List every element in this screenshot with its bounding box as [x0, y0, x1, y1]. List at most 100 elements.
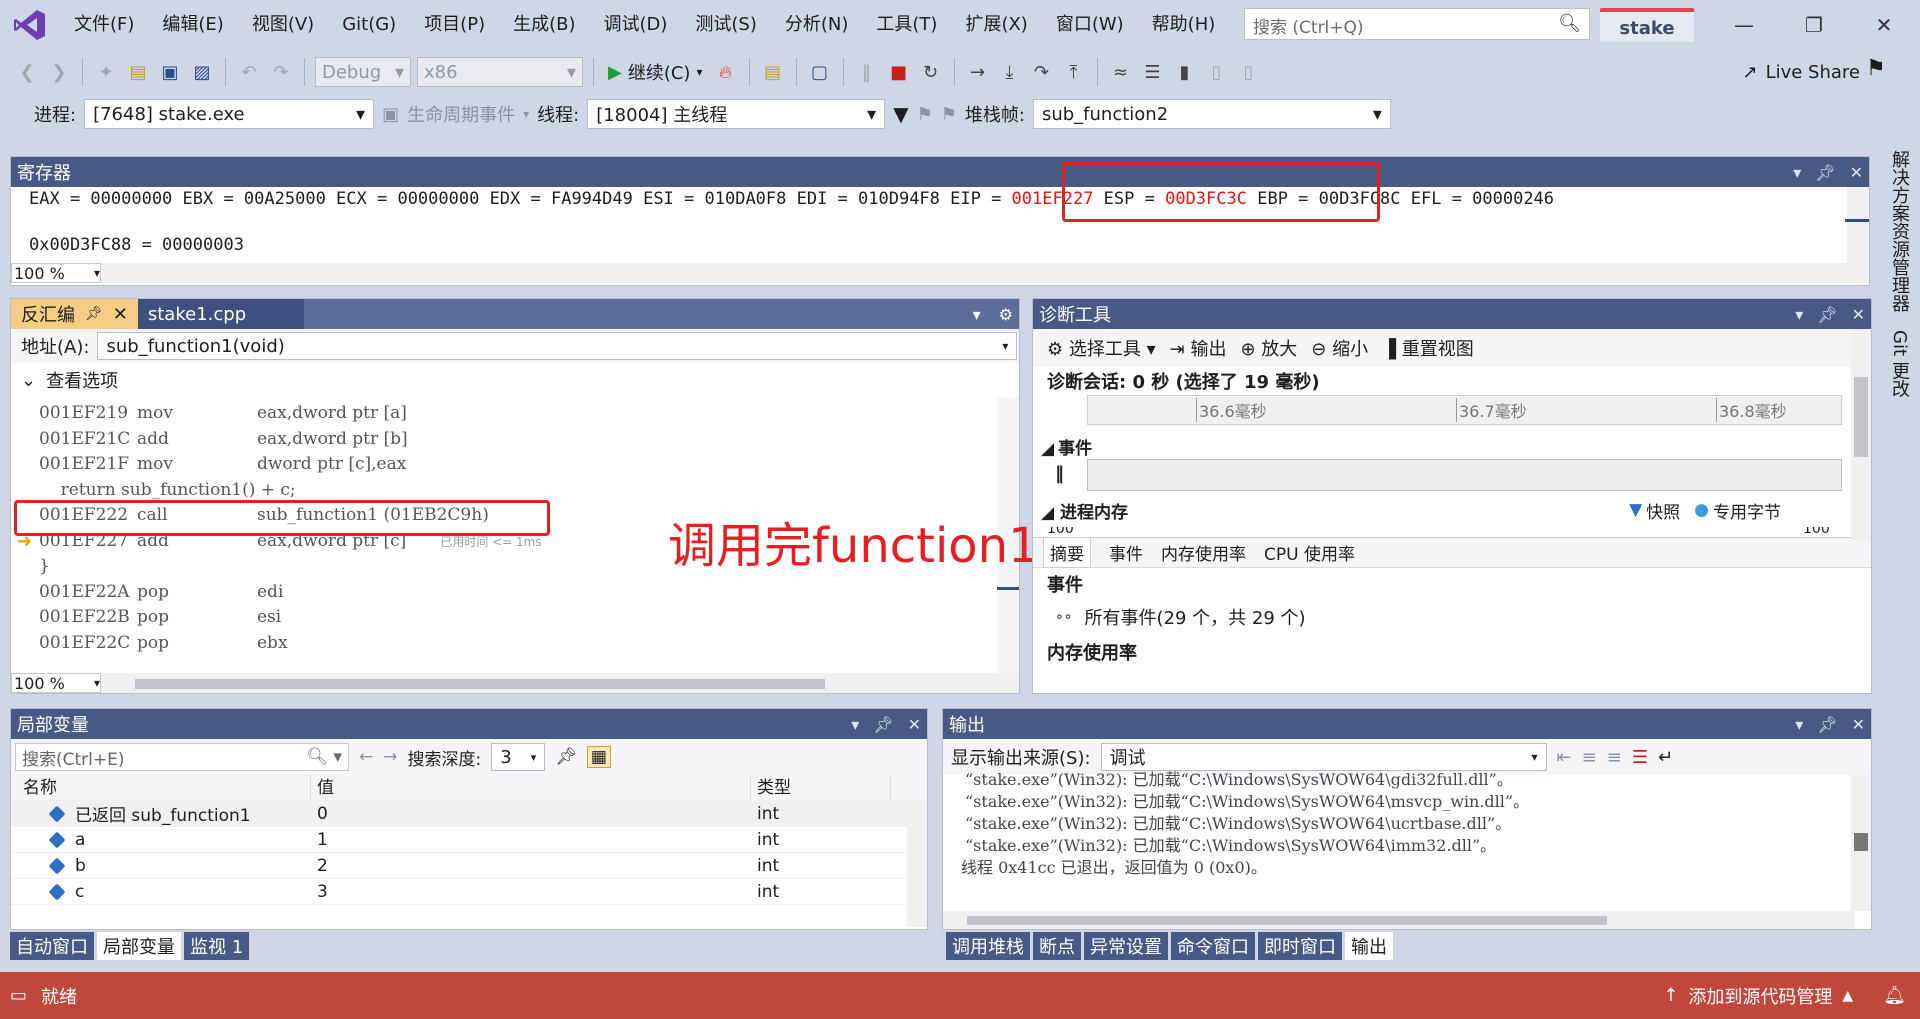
browse-icon[interactable]: ▤: [760, 57, 786, 87]
restore-icon[interactable]: ❐: [1784, 8, 1844, 42]
diagnostics-tab[interactable]: 摘要: [1043, 537, 1091, 568]
solution-explorer-tab[interactable]: 解决方案资源管理器: [1886, 150, 1912, 312]
scroll-thumb[interactable]: [967, 916, 1607, 925]
hex-display-icon[interactable]: ≈: [1108, 57, 1134, 87]
zoom-dropdown[interactable]: 100 % ▾: [11, 263, 101, 283]
thread-dropdown[interactable]: [18004] 主线程 ▾: [587, 99, 886, 129]
dropdown-icon[interactable]: ▾: [1795, 305, 1803, 324]
save-icon[interactable]: ▣: [157, 57, 183, 87]
menu-item[interactable]: 调试(D): [590, 0, 682, 50]
configuration-dropdown[interactable]: Debug ▾: [315, 57, 411, 87]
step-over-icon[interactable]: ↷: [1029, 57, 1055, 87]
asm-line[interactable]: 001EF22A pop edi: [39, 580, 1019, 606]
vertical-scrollbar[interactable]: [1851, 775, 1871, 911]
diagnostics-tab[interactable]: 事件: [1109, 540, 1143, 565]
tool-window-tab[interactable]: 监视 1: [184, 932, 250, 960]
all-events-row[interactable]: ∘∘ 所有事件(29 个，共 29 个): [1033, 599, 1871, 635]
local-value[interactable]: 1: [311, 830, 751, 850]
menu-item[interactable]: 帮助(H): [1138, 0, 1230, 50]
vertical-scrollbar[interactable]: [1845, 187, 1869, 263]
step-into-icon[interactable]: ⤓: [997, 57, 1023, 87]
pin-icon[interactable]: 📌︎: [1817, 305, 1837, 324]
output-button[interactable]: ⇥ 输出: [1170, 335, 1227, 361]
scroll-thumb[interactable]: [135, 679, 825, 689]
undo-icon[interactable]: ↶: [236, 57, 262, 87]
minimize-icon[interactable]: —: [1714, 8, 1774, 42]
save-all-icon[interactable]: ▨: [189, 57, 215, 87]
tab-stake1-cpp[interactable]: stake1.cpp: [137, 299, 304, 329]
word-wrap-icon[interactable]: ↵: [1658, 747, 1673, 768]
locals-row[interactable]: c 3 int: [11, 879, 927, 905]
git-changes-tab[interactable]: Git 更改: [1886, 330, 1912, 398]
dropdown-icon[interactable]: ▾: [1793, 163, 1801, 182]
zoom-dropdown[interactable]: 100 % ▾: [11, 673, 101, 693]
memory-section-header[interactable]: ◢ 进程内存 ▼ 快照 ● 专用字节: [1033, 493, 1871, 527]
close-icon[interactable]: ✕: [908, 715, 921, 734]
zoom-out-button[interactable]: ⊖ 缩小: [1311, 335, 1368, 361]
back-icon[interactable]: ❮: [14, 57, 40, 87]
filter-icon[interactable]: ▼: [893, 102, 908, 126]
close-icon[interactable]: ✕: [1850, 163, 1863, 182]
asm-line[interactable]: 001EF22C pop ebx: [39, 631, 1019, 657]
tab-disassembly[interactable]: 反汇编 📌︎ ✕: [11, 299, 138, 329]
address-input[interactable]: sub_function1(void) ▾: [97, 332, 1018, 360]
menu-item[interactable]: 测试(S): [681, 0, 770, 50]
tool-window-tab[interactable]: 局部变量: [97, 932, 181, 960]
local-value[interactable]: 2: [311, 856, 751, 876]
asm-line[interactable]: 001EF219 mov eax,dword ptr [a]: [39, 401, 1019, 427]
lifecycle-events-button[interactable]: 生命周期事件: [407, 101, 515, 127]
zoom-in-button[interactable]: ⊕ 放大: [1240, 335, 1297, 361]
scroll-thumb[interactable]: [1854, 833, 1868, 851]
menu-item[interactable]: 生成(B): [499, 0, 589, 50]
pin-icon[interactable]: 📌︎: [1817, 715, 1837, 734]
locals-row[interactable]: 已返回 sub_function1 0 int: [11, 801, 927, 827]
pin-icon[interactable]: 📌︎: [555, 747, 577, 767]
forward-icon[interactable]: →: [383, 747, 397, 767]
locals-row[interactable]: b 2 int: [11, 853, 927, 879]
forward-icon[interactable]: ❯: [46, 57, 72, 87]
show-next-statement-icon[interactable]: →: [965, 57, 991, 87]
dropdown-icon[interactable]: ▾: [1795, 715, 1803, 734]
pin-icon[interactable]: 📌︎: [85, 306, 103, 322]
restart-icon[interactable]: ↻: [918, 57, 944, 87]
solution-name[interactable]: stake: [1600, 8, 1694, 42]
live-share-button[interactable]: ↗ Live Share: [1742, 62, 1860, 83]
select-tool-button[interactable]: ⚙ 选择工具 ▾: [1047, 335, 1156, 361]
timeline-ruler[interactable]: 36.6毫秒 36.7毫秒 36.8毫秒: [1087, 395, 1842, 425]
open-folder-icon[interactable]: ▤: [125, 57, 151, 87]
horizontal-scrollbar[interactable]: [101, 263, 1869, 283]
close-icon[interactable]: ✕: [1852, 715, 1865, 734]
clear-all-icon[interactable]: ☰: [1632, 747, 1648, 768]
menu-item[interactable]: 项目(P): [410, 0, 499, 50]
column-header[interactable]: 类型: [751, 774, 891, 801]
close-icon[interactable]: ✕: [1854, 8, 1914, 42]
menu-item[interactable]: 工具(T): [862, 0, 951, 50]
close-icon[interactable]: ✕: [1852, 305, 1865, 324]
horizontal-scrollbar[interactable]: [943, 911, 1855, 929]
bookmark-icon[interactable]: ▮: [1172, 57, 1198, 87]
search-input[interactable]: 搜索 (Ctrl+Q) 🔍︎: [1244, 8, 1590, 40]
pin-icon[interactable]: 📌︎: [1815, 163, 1835, 182]
find-message-icon[interactable]: ⇤: [1557, 747, 1572, 768]
asm-line[interactable]: 001EF22B pop esi: [39, 605, 1019, 631]
visual-studio-logo-icon[interactable]: [0, 0, 60, 50]
dropdown-icon[interactable]: ▾: [851, 715, 859, 734]
menu-item[interactable]: 编辑(E): [148, 0, 237, 50]
menu-item[interactable]: Git(G): [328, 0, 410, 50]
output-source-dropdown[interactable]: 调试 ▾: [1100, 743, 1547, 771]
locals-search-input[interactable]: 搜索(Ctrl+E) 🔍︎ ▾: [15, 743, 349, 771]
prev-bookmark-icon[interactable]: ▯: [1204, 57, 1230, 87]
vertical-scrollbar[interactable]: [1851, 329, 1871, 541]
tool-window-tab[interactable]: 输出: [1345, 932, 1393, 960]
tool-window-tab[interactable]: 即时窗口: [1258, 932, 1342, 960]
dropdown-icon[interactable]: ▾: [973, 305, 981, 324]
continue-button[interactable]: ▶ 继续(C) ▾: [604, 59, 707, 85]
back-icon[interactable]: ←: [359, 747, 373, 767]
events-lane[interactable]: [1087, 459, 1842, 491]
tool-window-tab[interactable]: 自动窗口: [10, 932, 94, 960]
app-view-icon[interactable]: ▢: [807, 57, 833, 87]
stop-icon[interactable]: ■: [886, 57, 912, 87]
redo-icon[interactable]: ↷: [268, 57, 294, 87]
next-bookmark-icon[interactable]: ▯: [1236, 57, 1262, 87]
tool-window-tab[interactable]: 调用堆栈: [946, 932, 1030, 960]
